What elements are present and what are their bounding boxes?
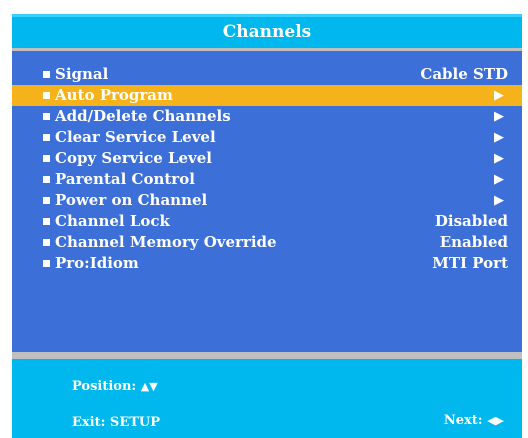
square-bullet-icon (43, 134, 50, 141)
square-bullet-icon (43, 260, 50, 267)
menu-item-label: Clear Service Level (55, 128, 216, 146)
position-hint: Position: ▲▼ (72, 379, 158, 394)
next-label: Next: (443, 413, 483, 428)
menu-item-label: Pro:Idiom (55, 254, 139, 272)
menu-item-pro-idiom[interactable]: Pro:Idiom MTI Port (12, 253, 522, 274)
menu-item-label: Signal (55, 65, 109, 83)
square-bullet-icon (43, 92, 50, 99)
menu-list: Signal Cable STD Auto Program ▶ Add/Dele… (12, 64, 522, 274)
menu-panel: Signal Cable STD Auto Program ▶ Add/Dele… (12, 48, 522, 352)
right-arrow-icon: ▶ (494, 130, 504, 145)
square-bullet-icon (43, 176, 50, 183)
next-hint: Next: ◀▶ (444, 413, 504, 428)
menu-item-channel-lock[interactable]: Channel Lock Disabled (12, 211, 522, 232)
footer-divider (12, 352, 522, 359)
menu-item-label: Channel Lock (55, 212, 170, 230)
right-arrow-icon: ▶ (494, 151, 504, 166)
menu-item-label: Parental Control (55, 170, 195, 188)
menu-item-label: Copy Service Level (55, 149, 213, 167)
exit-label: Exit: SETUP (72, 415, 161, 430)
right-arrow-icon: ▶ (494, 193, 504, 208)
menu-item-auto-program[interactable]: Auto Program ▶ (12, 85, 522, 106)
menu-item-copy-service-level[interactable]: Copy Service Level ▶ (12, 148, 522, 169)
menu-item-label: Auto Program (55, 86, 173, 104)
menu-item-parental-control[interactable]: Parental Control ▶ (12, 169, 522, 190)
menu-item-clear-service-level[interactable]: Clear Service Level ▶ (12, 127, 522, 148)
right-arrow-icon: ▶ (494, 172, 504, 187)
menu-item-label: Power on Channel (55, 191, 208, 209)
right-arrow-icon: ▶ (494, 88, 504, 103)
square-bullet-icon (43, 197, 50, 204)
square-bullet-icon (43, 239, 50, 246)
up-down-arrows-icon: ▲▼ (140, 380, 158, 393)
menu-item-value: Enabled (439, 233, 508, 251)
exit-hint: Exit: SETUP (72, 415, 160, 430)
menu-item-signal[interactable]: Signal Cable STD (12, 64, 522, 85)
right-arrow-icon: ▶ (494, 109, 504, 124)
menu-item-value: Disabled (434, 212, 508, 230)
left-right-arrows-icon: ◀▶ (487, 414, 504, 427)
menu-title-bar: Channels (12, 14, 522, 48)
square-bullet-icon (43, 71, 50, 78)
square-bullet-icon (43, 218, 50, 225)
menu-item-add-delete-channels[interactable]: Add/Delete Channels ▶ (12, 106, 522, 127)
menu-item-power-on-channel[interactable]: Power on Channel ▶ (12, 190, 522, 211)
channels-osd-menu: Channels Signal Cable STD Auto Program ▶… (0, 0, 528, 438)
position-label: Position: (72, 379, 137, 394)
menu-title: Channels (222, 22, 312, 42)
menu-item-value: Cable STD (420, 65, 508, 83)
footer-panel: Position: ▲▼ Exit: SETUP Next: ◀▶ (12, 359, 522, 438)
menu-item-value: MTI Port (432, 254, 508, 272)
menu-item-label: Add/Delete Channels (55, 107, 231, 125)
square-bullet-icon (43, 155, 50, 162)
menu-item-channel-memory-override[interactable]: Channel Memory Override Enabled (12, 232, 522, 253)
menu-item-label: Channel Memory Override (55, 233, 277, 251)
square-bullet-icon (43, 113, 50, 120)
